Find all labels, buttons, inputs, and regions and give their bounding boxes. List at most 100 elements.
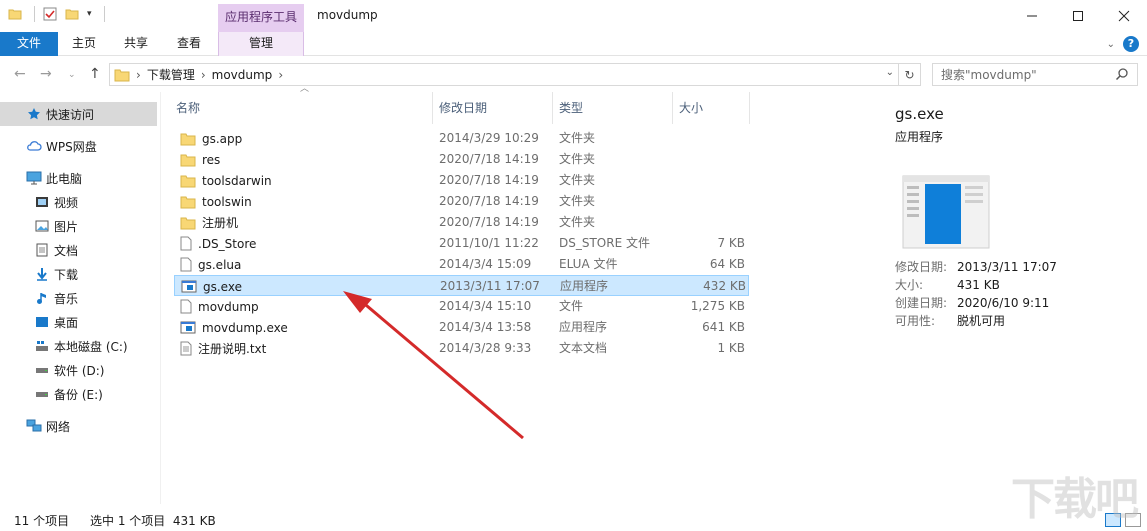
quick-access-toolbar: ▾	[8, 6, 105, 22]
nav-item-this-pc[interactable]: 此电脑	[0, 166, 157, 190]
breadcrumb-separator-icon[interactable]: ›	[136, 68, 141, 82]
expand-ribbon-icon[interactable]: ⌄	[1107, 39, 1115, 50]
file-size	[679, 212, 745, 233]
address-bar[interactable]: › 下载管理 › movdump › ⌄	[109, 63, 899, 86]
details-prop-availability: 可用性: 脱机可用	[895, 312, 1005, 329]
folder-icon	[180, 216, 196, 230]
nav-item-label: 文档	[54, 243, 79, 258]
nav-item-label: 桌面	[54, 315, 79, 330]
tab-manage[interactable]: 管理	[218, 32, 304, 56]
watermark: 下载吧	[1011, 474, 1139, 525]
details-prop-modified: 修改日期: 2013/3/11 17:07	[895, 258, 1057, 275]
file-row[interactable]: 注册说明.txt 2014/3/28 9:33 文本文档 1 KB	[174, 338, 749, 359]
search-placeholder: 搜索"movdump"	[941, 68, 1037, 82]
file-name-cell: toolsdarwin	[180, 170, 272, 191]
forward-arrow-icon[interactable]: →	[40, 66, 52, 82]
file-name-cell: 注册说明.txt	[180, 338, 266, 359]
breadcrumb-item[interactable]: movdump	[212, 68, 273, 82]
file-date: 2013/3/11 17:07	[440, 279, 540, 293]
file-row[interactable]: gs.exe 2013/3/11 17:07 应用程序 432 KB	[174, 275, 749, 296]
folder-icon	[180, 132, 196, 146]
recent-locations-icon[interactable]: ⌄	[68, 70, 76, 80]
file-name-cell: gs.exe	[181, 276, 242, 297]
file-type: 文件	[559, 299, 584, 313]
nav-item-quick-access[interactable]: 快速访问	[0, 102, 157, 126]
download-icon	[34, 266, 50, 282]
nav-item-drive-c[interactable]: 本地磁盘 (C:)	[0, 334, 157, 358]
nav-item-label: 图片	[54, 219, 79, 234]
text-file-icon	[180, 341, 192, 356]
column-header-date[interactable]: 修改日期	[433, 92, 553, 124]
file-date: 2020/7/18 14:19	[439, 173, 539, 187]
file-row[interactable]: gs.app 2014/3/29 10:29 文件夹	[174, 128, 749, 149]
refresh-button[interactable]: ↻	[899, 63, 921, 86]
file-row[interactable]: res 2020/7/18 14:19 文件夹	[174, 149, 749, 170]
file-row[interactable]: 注册机 2020/7/18 14:19 文件夹	[174, 212, 749, 233]
file-row[interactable]: toolswin 2020/7/18 14:19 文件夹	[174, 191, 749, 212]
tab-view[interactable]: 查看	[169, 32, 209, 56]
details-prop-size: 大小: 431 KB	[895, 276, 1000, 293]
details-file-name: gs.exe	[895, 105, 944, 123]
prop-key: 可用性:	[895, 314, 936, 328]
column-header-name[interactable]: 名称	[170, 92, 433, 124]
address-dropdown-icon[interactable]: ⌄	[886, 67, 894, 78]
breadcrumb-separator-icon[interactable]: ›	[201, 68, 206, 82]
ribbon-right-controls: ⌄ ?	[1107, 36, 1139, 52]
column-header-type[interactable]: 类型	[553, 92, 673, 124]
back-arrow-icon[interactable]: ←	[14, 66, 26, 82]
file-row[interactable]: movdump 2014/3/4 15:10 文件 1,275 KB	[174, 296, 749, 317]
file-icon	[180, 236, 192, 251]
music-icon	[34, 290, 50, 306]
breadcrumb-separator-icon[interactable]: ›	[278, 68, 283, 82]
nav-item-music[interactable]: 音乐	[0, 286, 157, 310]
maximize-button[interactable]	[1055, 0, 1101, 31]
nav-item-wps-cloud[interactable]: WPS网盘	[0, 134, 157, 158]
file-type: 文件夹	[559, 152, 596, 166]
help-icon[interactable]: ?	[1123, 36, 1139, 52]
status-bar: 11 个项目 选中 1 个项目 431 KB	[0, 509, 1147, 531]
file-name: toolsdarwin	[202, 173, 272, 188]
tab-file[interactable]: 文件	[0, 32, 58, 56]
file-name: 注册说明.txt	[198, 341, 267, 356]
column-header-size[interactable]: 大小	[673, 92, 750, 124]
folder-icon	[180, 174, 196, 188]
nav-item-drive-d[interactable]: 软件 (D:)	[0, 358, 157, 382]
file-date: 2014/3/28 9:33	[439, 341, 532, 355]
file-size: 7 KB	[717, 236, 745, 250]
file-name: movdump.exe	[202, 320, 288, 335]
nav-item-documents[interactable]: 文档	[0, 238, 157, 262]
tab-home[interactable]: 主页	[64, 32, 104, 56]
file-size: 432 KB	[703, 279, 746, 293]
file-row[interactable]: toolsdarwin 2020/7/18 14:19 文件夹	[174, 170, 749, 191]
file-date: 2020/7/18 14:19	[439, 152, 539, 166]
tab-share[interactable]: 共享	[116, 32, 156, 56]
file-row[interactable]: gs.elua 2014/3/4 15:09 ELUA 文件 64 KB	[174, 254, 749, 275]
nav-item-network[interactable]: 网络	[0, 414, 157, 438]
folder-icon	[180, 195, 196, 209]
new-folder-icon[interactable]	[65, 7, 79, 21]
nav-item-downloads[interactable]: 下载	[0, 262, 157, 286]
file-size	[679, 128, 745, 149]
prop-value: 脱机可用	[957, 314, 1006, 328]
up-arrow-icon[interactable]: ↑	[89, 66, 101, 82]
nav-item-videos[interactable]: 视频	[0, 190, 157, 214]
details-file-kind: 应用程序	[895, 130, 944, 144]
search-box[interactable]: 搜索"movdump"	[932, 63, 1138, 86]
properties-icon[interactable]	[43, 7, 57, 21]
nav-item-drive-e[interactable]: 备份 (E:)	[0, 382, 157, 406]
title-bar: ▾ 应用程序工具 movdump	[0, 0, 1147, 32]
file-row[interactable]: .DS_Store 2011/10/1 11:22 DS_STORE 文件 7 KB	[174, 233, 749, 254]
customize-toolbar-icon[interactable]: ▾	[87, 9, 92, 19]
breadcrumb-item[interactable]: 下载管理	[147, 66, 195, 83]
close-button[interactable]	[1101, 0, 1147, 31]
nav-item-pictures[interactable]: 图片	[0, 214, 157, 238]
nav-item-label: 此电脑	[46, 171, 83, 186]
file-date: 2020/7/18 14:19	[439, 194, 539, 208]
nav-item-desktop[interactable]: 桌面	[0, 310, 157, 334]
minimize-button[interactable]	[1009, 0, 1055, 31]
documents-folder-icon	[34, 242, 50, 258]
file-row[interactable]: movdump.exe 2014/3/4 13:58 应用程序 641 KB	[174, 317, 749, 338]
navigation-pane: 快速访问 WPS网盘 此电脑 视频 图片 文档 下载 音乐 桌面 本地磁盘 (C…	[0, 96, 160, 504]
nav-item-label: 备份 (E:)	[54, 387, 103, 402]
file-name-cell: gs.app	[180, 128, 242, 149]
